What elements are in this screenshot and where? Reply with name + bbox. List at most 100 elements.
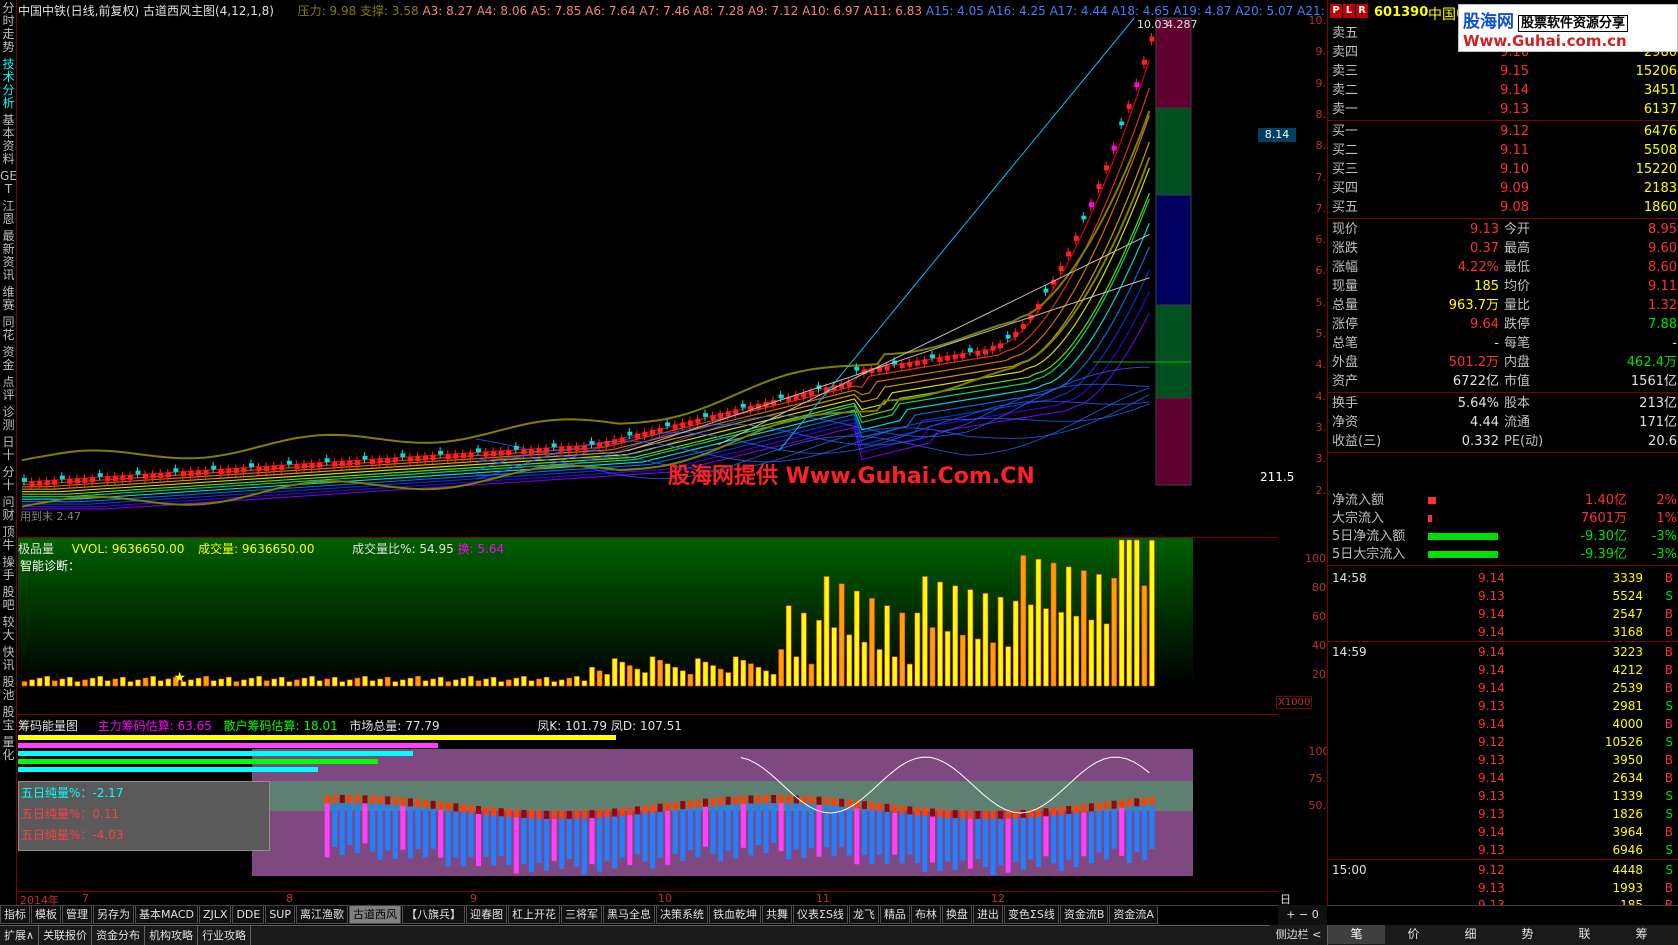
nav-item[interactable]: 问财 xyxy=(0,494,17,524)
nav-item[interactable]: 较大 xyxy=(0,614,17,644)
bid-row[interactable]: 买一 9.12 6476 xyxy=(1328,122,1678,141)
quote-tab[interactable]: 笔 xyxy=(1328,925,1385,944)
indicator-tab[interactable]: ZJLX xyxy=(198,906,232,924)
quote-tab[interactable]: 联 xyxy=(1556,925,1613,944)
nav-item[interactable]: 点评 xyxy=(0,374,17,404)
indicator-tab[interactable]: 换盘 xyxy=(941,906,972,924)
bid-row[interactable]: 买二 9.11 5508 xyxy=(1328,141,1678,160)
ask-volume: 15206 xyxy=(1635,64,1677,79)
candle-body xyxy=(332,461,338,467)
nav-item[interactable]: 诊测 xyxy=(0,404,17,434)
nav-item[interactable]: 最新资讯 xyxy=(0,228,17,284)
tick-side: S xyxy=(1665,589,1673,603)
tick-volume: 3223 xyxy=(1612,645,1643,659)
candle-body xyxy=(930,354,935,359)
nav-item[interactable]: 江恩 xyxy=(0,198,17,228)
indicator-tab[interactable]: 基本MACD xyxy=(135,906,198,924)
chip-bar xyxy=(483,814,489,857)
indicator-tab[interactable]: 古道西风 xyxy=(349,906,401,924)
ask-row[interactable]: 卖一 9.13 6137 xyxy=(1328,100,1678,119)
nav-item[interactable]: 维赛 xyxy=(0,284,17,314)
indicator-tab[interactable]: 共舞 xyxy=(762,906,792,924)
indicator-tab[interactable]: 铁血乾坤 xyxy=(709,906,761,924)
indicator-tab[interactable]: 资金流A xyxy=(1109,906,1158,924)
indicator-tab[interactable]: 离江渔歌 xyxy=(296,906,348,924)
nav-item[interactable]: 顶牛 xyxy=(0,524,17,554)
nav-item[interactable]: 股吧 xyxy=(0,584,17,614)
quote-tab[interactable]: 价 xyxy=(1385,925,1442,944)
volume-bar xyxy=(536,678,542,687)
chip-bar xyxy=(385,804,391,851)
bid-row[interactable]: 买三 9.10 15220 xyxy=(1328,160,1678,179)
candle-body xyxy=(619,437,625,443)
status-bar-button[interactable]: 行业攻略 xyxy=(198,926,252,945)
nav-item[interactable]: GET xyxy=(0,168,17,198)
chip-bar-top xyxy=(332,795,338,804)
volume-bar xyxy=(816,620,822,687)
bid-row[interactable]: 买四 9.09 2183 xyxy=(1328,179,1678,198)
ask-row[interactable]: 卖二 9.14 3451 xyxy=(1328,81,1678,100)
nav-item[interactable]: 基本资料 xyxy=(0,112,17,168)
nav-item[interactable]: 量化 xyxy=(0,734,17,764)
indicator-tab[interactable]: 进出 xyxy=(972,906,1003,924)
chip-bar xyxy=(1081,812,1087,857)
indicator-tab[interactable]: DDE xyxy=(232,906,265,924)
status-bar-button[interactable]: 关联报价 xyxy=(39,926,93,945)
nav-item[interactable]: 技术分析 xyxy=(0,56,17,112)
ribbon-line xyxy=(22,167,1150,493)
date-tick: 9 xyxy=(470,892,477,905)
indicator-tab[interactable]: 三将军 xyxy=(561,906,602,924)
nav-item[interactable]: 操手 xyxy=(0,554,17,584)
candle-body xyxy=(453,453,459,459)
indicator-tab[interactable]: 杠上开花 xyxy=(508,906,560,924)
indicator-tab[interactable]: 黑马全息 xyxy=(603,906,655,924)
chip-bar-top xyxy=(589,810,595,819)
nav-item[interactable]: 股宝 xyxy=(0,704,17,734)
nav-item[interactable]: 同花 xyxy=(0,314,17,344)
candle-body xyxy=(294,464,300,469)
indicator-tab[interactable]: 资金流B xyxy=(1059,906,1109,924)
volume-bar xyxy=(831,627,837,687)
indicator-tab[interactable]: 决策系统 xyxy=(656,906,708,924)
nav-item[interactable]: 分十 xyxy=(0,464,17,494)
quote-tab[interactable]: 势 xyxy=(1499,925,1556,944)
stat-value: 6722亿 xyxy=(1452,374,1499,389)
indicator-tab[interactable]: 【八旗兵】 xyxy=(402,906,465,924)
chip-energy-chart[interactable]: 筹码能量图 主力筹码估算: 63.65 散户筹码估算: 18.01 市场总量: … xyxy=(18,714,1340,891)
nav-item[interactable]: 股池 xyxy=(0,674,17,704)
indicator-tab[interactable]: 迎春图 xyxy=(466,906,507,924)
ask-row[interactable]: 卖三 9.15 15206 xyxy=(1328,62,1678,81)
volume-chart[interactable]: ★ 极品量 VVOL: 9636650.00 成交量: 9636650.00 成… xyxy=(18,537,1340,714)
main-price-chart[interactable]: 中国中铁(日线,前复权) 古道西风主图(4,12,1,8) 压力: 9.98 支… xyxy=(18,0,1340,537)
bid-row[interactable]: 买五 9.08 1860 xyxy=(1328,198,1678,217)
candle-body xyxy=(1081,215,1087,220)
indicator-tab[interactable]: 精品 xyxy=(879,906,910,924)
tick-price: 9.13 xyxy=(1478,789,1505,803)
status-bar-button[interactable]: 资金分布 xyxy=(92,926,146,945)
distribution-block xyxy=(1155,107,1192,196)
nav-item[interactable]: 快讯 xyxy=(0,644,17,674)
indicator-tab[interactable]: 变色ΣS线 xyxy=(1003,906,1059,924)
nav-item[interactable]: 资金 xyxy=(0,344,17,374)
indicator-tab[interactable]: SUP xyxy=(265,906,295,924)
chip-bar-top xyxy=(1051,807,1057,816)
chip-bar-top xyxy=(604,809,610,818)
status-bar-button[interactable]: 机构攻略 xyxy=(145,926,199,945)
nav-item[interactable]: 分时走势 xyxy=(0,0,17,56)
indicator-tab[interactable]: 龙飞 xyxy=(848,906,879,924)
quote-tab[interactable]: 细 xyxy=(1442,925,1499,944)
indicator-tab[interactable]: 管理 xyxy=(62,906,92,924)
candle-body xyxy=(286,460,292,465)
sidebar-toggle[interactable]: 侧边栏 < xyxy=(1270,925,1327,945)
scroll-controls[interactable]: + − 0 xyxy=(1278,905,1327,925)
indicator-tab[interactable]: 模板 xyxy=(31,906,61,924)
quote-tab[interactable]: 筹 xyxy=(1613,925,1670,944)
date-tick: 11 xyxy=(816,892,830,905)
status-bar-button[interactable]: 扩展∧ xyxy=(0,926,40,945)
indicator-tab[interactable]: 指标 xyxy=(0,906,30,924)
nav-item[interactable]: 日十 xyxy=(0,434,17,464)
chip-bar xyxy=(1119,807,1125,856)
indicator-tab[interactable]: 仪表ΣS线 xyxy=(793,906,848,924)
indicator-tab[interactable]: 布林 xyxy=(910,906,941,924)
indicator-tab[interactable]: 另存为 xyxy=(93,906,134,924)
